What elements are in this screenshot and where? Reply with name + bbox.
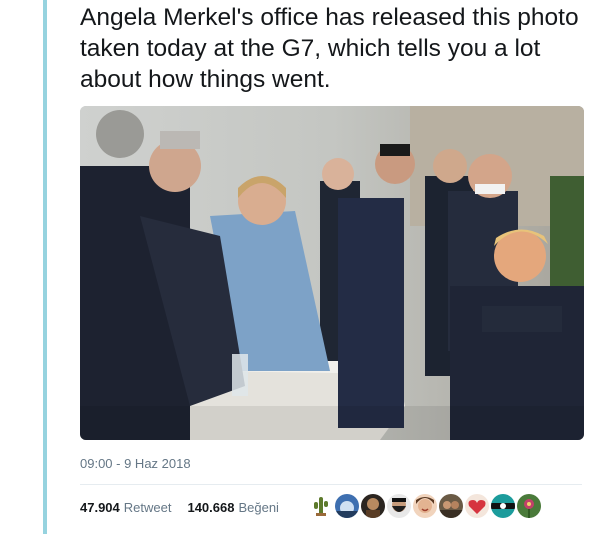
likes-label[interactable]: Beğeni — [238, 500, 278, 515]
divider — [80, 484, 582, 485]
avatar-dark-portrait[interactable] — [361, 494, 385, 518]
retweets-label[interactable]: Retweet — [124, 500, 172, 515]
avatar-teal-swirl[interactable] — [491, 494, 515, 518]
avatar-group-photo[interactable] — [439, 494, 463, 518]
engagement-stats: 47.904 Retweet 140.668 Beğeni — [80, 500, 279, 515]
retweets-count[interactable]: 47.904 — [80, 500, 120, 515]
likes-count[interactable]: 140.668 — [187, 500, 234, 515]
thread-line — [43, 0, 47, 534]
avatar-smiling-woman[interactable] — [413, 494, 437, 518]
tweet-text: Angela Merkel's office has released this… — [80, 4, 579, 93]
g7-photo-image — [80, 106, 584, 440]
tweet-timestamp[interactable]: 09:00 - 9 Haz 2018 — [80, 456, 191, 471]
avatar-flower[interactable] — [517, 494, 541, 518]
liker-avatars — [309, 494, 541, 518]
avatar-cactus-icon[interactable] — [309, 494, 333, 518]
avatar-red-heart[interactable] — [465, 494, 489, 518]
avatar-blue-sky[interactable] — [335, 494, 359, 518]
tweet-photo[interactable] — [80, 106, 584, 440]
avatar-bearded-face[interactable] — [387, 494, 411, 518]
